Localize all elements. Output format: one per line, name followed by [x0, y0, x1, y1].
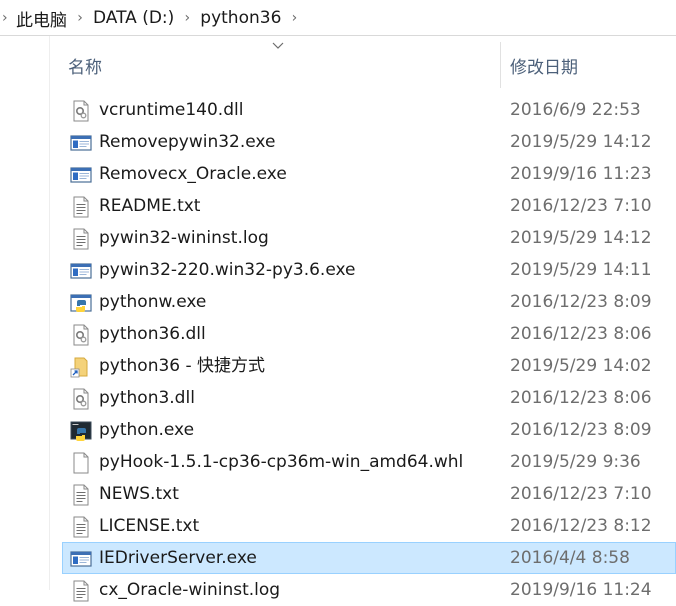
file-row[interactable]: pyHook-1.5.1-cp36-cp36m-win_amd64.whl 201… — [62, 446, 676, 478]
file-row[interactable]: python36.dll 2016/12/23 8:06 — [62, 318, 676, 350]
file-name: python3.dll — [99, 388, 195, 408]
file-row[interactable]: pywin32-220.win32-py3.6.exe 2019/5/29 14:… — [62, 254, 676, 286]
file-date-modified: 2019/5/29 14:12 — [510, 132, 652, 152]
breadcrumb-chevron-icon[interactable]: › — [174, 10, 200, 26]
address-bar[interactable]: › 此电脑 › DATA (D:) › python36 › — [0, 0, 676, 36]
dll-file-icon — [70, 388, 92, 410]
file-name: pythonw.exe — [99, 292, 207, 312]
file-row[interactable]: IEDriverServer.exe 2016/4/4 8:58 — [62, 542, 676, 574]
python-console-icon — [70, 420, 92, 442]
file-name: pywin32-wininst.log — [99, 228, 269, 248]
column-header-name[interactable]: 名称 — [68, 42, 102, 88]
file-row[interactable]: pythonw.exe 2016/12/23 8:09 — [62, 286, 676, 318]
file-date-modified: 2016/12/23 8:12 — [510, 516, 652, 536]
blank-file-icon — [70, 452, 92, 474]
file-row[interactable]: README.txt 2016/12/23 7:10 — [62, 190, 676, 222]
dll-file-icon — [70, 100, 92, 122]
folder-shortcut-icon — [70, 356, 92, 378]
breadcrumb-chevron-icon[interactable]: › — [67, 10, 93, 26]
file-row[interactable]: Removecx_Oracle.exe 2019/9/16 11:23 — [62, 158, 676, 190]
file-date-modified: 2019/5/29 14:02 — [510, 356, 652, 376]
file-row[interactable]: pywin32-wininst.log 2019/5/29 14:12 — [62, 222, 676, 254]
text-file-icon — [70, 580, 92, 602]
file-date-modified: 2016/12/23 8:09 — [510, 292, 652, 312]
file-name: IEDriverServer.exe — [99, 548, 257, 568]
file-name: pyHook-1.5.1-cp36-cp36m-win_amd64.whl — [99, 452, 464, 472]
file-name: LICENSE.txt — [99, 516, 200, 536]
file-date-modified: 2016/4/4 8:58 — [510, 548, 630, 568]
file-date-modified: 2019/9/16 11:23 — [510, 164, 652, 184]
file-name: python36 - 快捷方式 — [99, 356, 266, 376]
file-date-modified: 2016/12/23 8:06 — [510, 388, 652, 408]
file-name: pywin32-220.win32-py3.6.exe — [99, 260, 356, 280]
file-name: README.txt — [99, 196, 201, 216]
column-divider[interactable] — [500, 42, 501, 88]
file-row[interactable]: vcruntime140.dll 2016/6/9 22:53 — [62, 94, 676, 126]
python-window-icon — [70, 292, 92, 314]
text-file-icon — [70, 196, 92, 218]
file-name: cx_Oracle-wininst.log — [99, 580, 281, 600]
file-date-modified: 2019/5/29 9:36 — [510, 452, 641, 472]
application-icon — [70, 132, 92, 154]
file-row[interactable]: cx_Oracle-wininst.log 2019/9/16 11:24 — [62, 574, 676, 606]
file-row[interactable]: LICENSE.txt 2016/12/23 8:12 — [62, 510, 676, 542]
file-date-modified: 2016/12/23 7:10 — [510, 484, 652, 504]
breadcrumb-item-folder[interactable]: python36 — [200, 8, 281, 28]
application-icon — [70, 548, 92, 570]
file-name: vcruntime140.dll — [99, 100, 244, 120]
file-date-modified: 2019/9/16 11:24 — [510, 580, 652, 600]
file-date-modified: 2016/12/23 8:06 — [510, 324, 652, 344]
file-row[interactable]: python3.dll 2016/12/23 8:06 — [62, 382, 676, 414]
file-row[interactable]: python36 - 快捷方式 2019/5/29 14:02 — [62, 350, 676, 382]
column-header-row: 名称 修改日期 — [50, 42, 676, 88]
file-row[interactable]: Removepywin32.exe 2019/5/29 14:12 — [62, 126, 676, 158]
file-date-modified: 2016/12/23 8:09 — [510, 420, 652, 440]
file-name: NEWS.txt — [99, 484, 179, 504]
application-icon — [70, 260, 92, 282]
file-date-modified: 2016/12/23 7:10 — [510, 196, 652, 216]
file-row[interactable]: NEWS.txt 2016/12/23 7:10 — [62, 478, 676, 510]
file-name: Removecx_Oracle.exe — [99, 164, 287, 184]
breadcrumb-chevron-icon[interactable]: › — [0, 10, 16, 26]
file-list: vcruntime140.dll 2016/6/9 22:53 Removepyw… — [62, 94, 676, 606]
breadcrumb-item-drive[interactable]: DATA (D:) — [93, 8, 174, 28]
file-date-modified: 2019/5/29 14:12 — [510, 228, 652, 248]
text-file-icon — [70, 516, 92, 538]
file-name: python36.dll — [99, 324, 206, 344]
dll-file-icon — [70, 324, 92, 346]
application-icon — [70, 164, 92, 186]
file-date-modified: 2016/6/9 22:53 — [510, 100, 641, 120]
file-name: Removepywin32.exe — [99, 132, 276, 152]
file-row[interactable]: python.exe 2016/12/23 8:09 — [62, 414, 676, 446]
column-header-date-modified[interactable]: 修改日期 — [510, 42, 578, 88]
file-name: python.exe — [99, 420, 195, 440]
text-file-icon — [70, 228, 92, 250]
breadcrumb: › 此电脑 › DATA (D:) › python36 › — [0, 0, 307, 36]
breadcrumb-item-this-pc[interactable]: 此电脑 — [16, 6, 67, 31]
text-file-icon — [70, 484, 92, 506]
file-date-modified: 2019/5/29 14:11 — [510, 260, 652, 280]
breadcrumb-chevron-icon[interactable]: › — [281, 10, 307, 26]
navigation-pane — [0, 36, 50, 590]
